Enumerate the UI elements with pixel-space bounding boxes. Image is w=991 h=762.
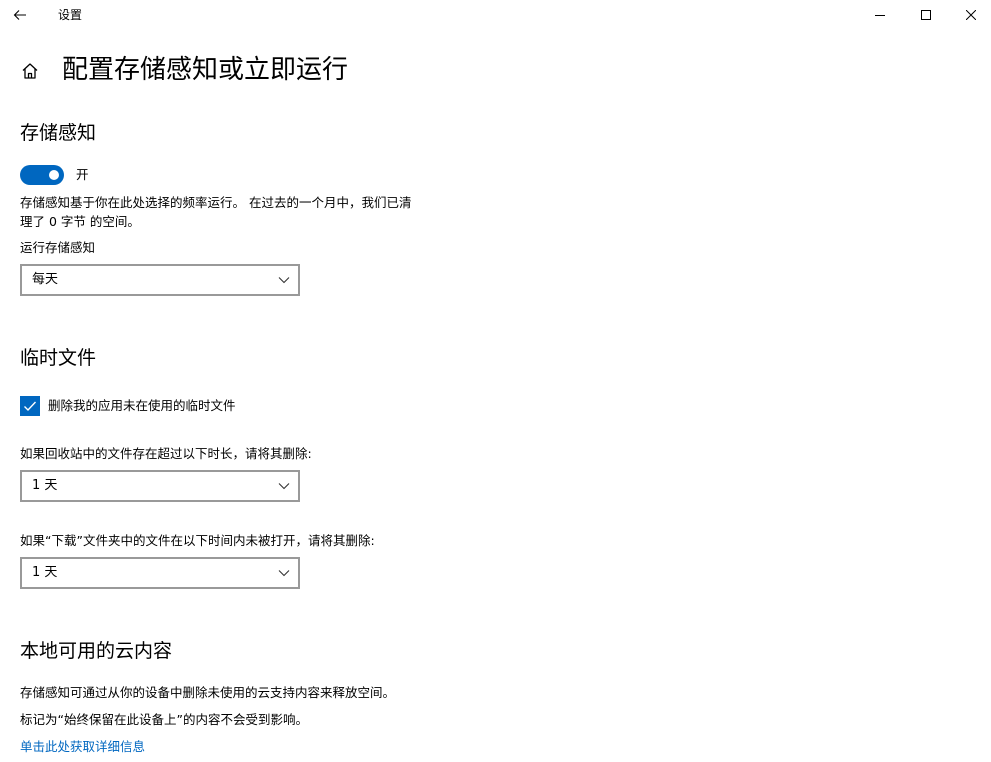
delete-app-temp-label: 删除我的应用未在使用的临时文件: [48, 398, 236, 413]
storage-sense-toggle[interactable]: [20, 165, 64, 185]
toggle-state-label: 开: [76, 167, 89, 182]
back-button[interactable]: [4, 0, 36, 30]
minimize-button[interactable]: [857, 0, 903, 30]
checkmark-icon: [24, 401, 37, 412]
cloud-content-heading: 本地可用的云内容: [20, 640, 173, 662]
dropdown-value: 1 天: [32, 478, 58, 493]
run-storage-sense-label: 运行存储感知: [20, 240, 96, 255]
home-icon: [22, 63, 38, 79]
run-storage-sense-dropdown[interactable]: 每天: [20, 264, 300, 296]
dropdown-value: 每天: [32, 272, 59, 287]
chevron-down-icon: [278, 277, 290, 284]
chevron-down-icon: [278, 483, 290, 490]
arrow-left-icon: [13, 10, 26, 20]
app-title: 设置: [58, 8, 83, 22]
storage-sense-heading: 存储感知: [20, 122, 97, 144]
chevron-down-icon: [278, 570, 290, 577]
recycle-bin-dropdown[interactable]: 1 天: [20, 470, 300, 502]
delete-app-temp-checkbox[interactable]: [20, 396, 40, 416]
more-info-link[interactable]: 单击此处获取详细信息: [20, 737, 145, 756]
close-button[interactable]: [948, 0, 991, 30]
cloud-description-line2: 标记为“始终保留在此设备上”的内容不会受到影响。: [20, 712, 308, 727]
minimize-icon: [875, 15, 885, 16]
storage-sense-description-line1: 存储感知基于你在此处选择的频率运行。 在过去的一个月中，我们已清: [20, 195, 412, 210]
downloads-label: 如果“下载”文件夹中的文件在以下时间内未被打开，请将其删除:: [20, 533, 375, 548]
home-button[interactable]: [19, 60, 41, 82]
page-title: 配置存储感知或立即运行: [62, 55, 349, 85]
toggle-knob: [49, 170, 59, 180]
dropdown-value: 1 天: [32, 565, 58, 580]
storage-sense-description-line2: 理了 0 字节 的空间。: [20, 214, 140, 229]
maximize-button[interactable]: [903, 0, 949, 30]
title-bar: 设置: [0, 0, 991, 30]
downloads-dropdown[interactable]: 1 天: [20, 557, 300, 589]
close-icon: [966, 10, 976, 20]
recycle-bin-label: 如果回收站中的文件存在超过以下时长，请将其删除:: [20, 446, 312, 461]
temp-files-heading: 临时文件: [20, 347, 97, 369]
maximize-icon: [921, 10, 931, 20]
cloud-description-line1: 存储感知可通过从你的设备中删除未使用的云支持内容来释放空间。: [20, 685, 396, 700]
